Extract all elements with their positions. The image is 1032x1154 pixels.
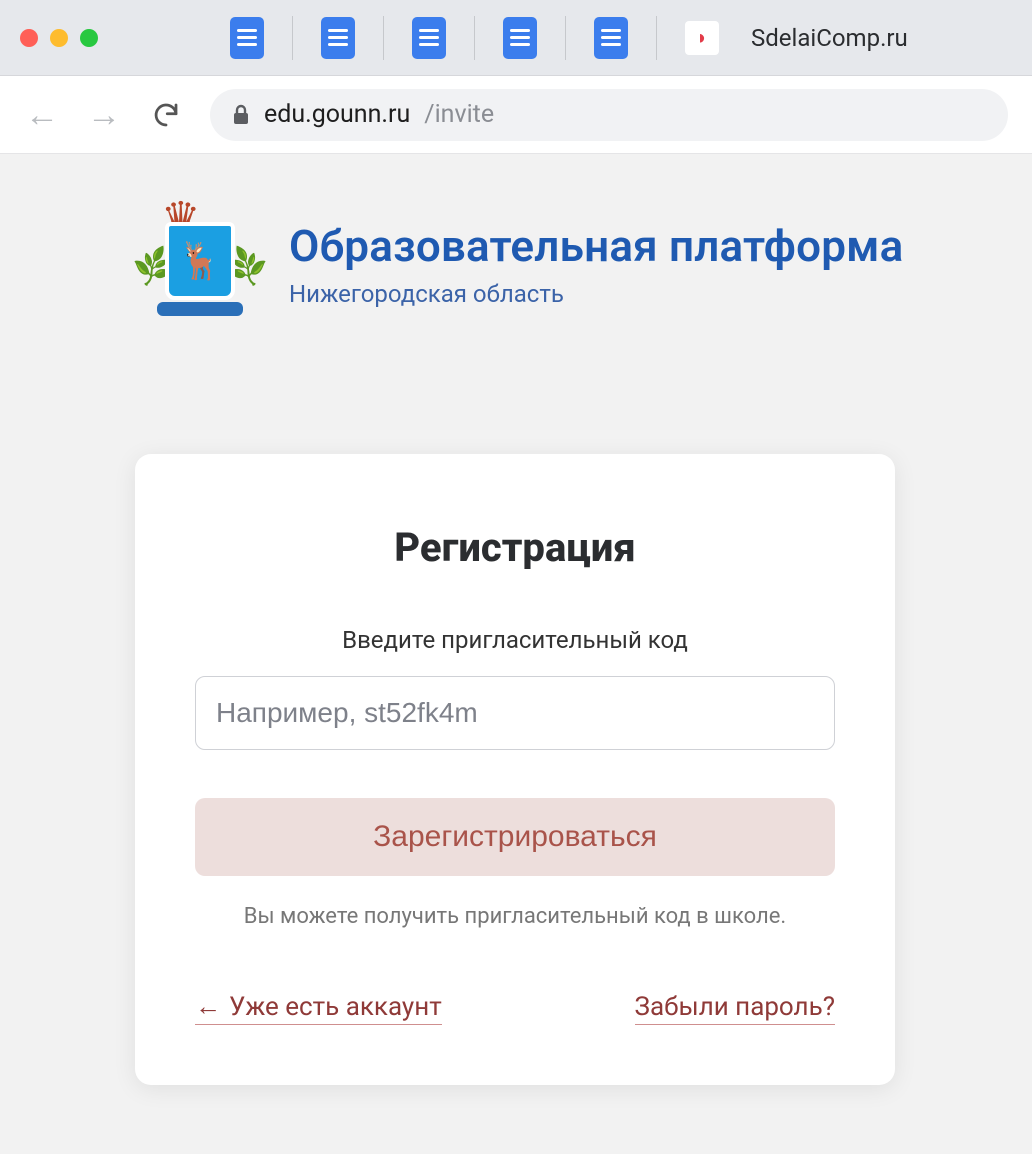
tab-separator [383, 16, 384, 60]
url-path: /invite [424, 100, 494, 129]
document-icon[interactable] [321, 17, 355, 59]
toolbar: ← → edu.gounn.ru/invite [0, 76, 1032, 154]
arrow-right-icon: → [87, 98, 121, 132]
registration-card: Регистрация Введите пригласительный код … [135, 454, 895, 1085]
tab-separator [292, 16, 293, 60]
arrow-left-icon: ← [195, 992, 221, 1022]
document-icon[interactable] [594, 17, 628, 59]
tab-separator [565, 16, 566, 60]
lock-icon [232, 104, 250, 126]
tab-separator [656, 16, 657, 60]
document-icon[interactable] [230, 17, 264, 59]
card-heading: Регистрация [195, 524, 835, 571]
window-minimize-button[interactable] [50, 29, 68, 47]
forward-button[interactable]: → [86, 97, 122, 133]
window-zoom-button[interactable] [80, 29, 98, 47]
reload-button[interactable] [148, 97, 184, 133]
coat-of-arms-logo: ♛ 🌿 🌿 🦌 [135, 194, 265, 324]
page-body: ♛ 🌿 🌿 🦌 Образовательная платформа Нижего… [0, 154, 1032, 1085]
back-button[interactable]: ← [24, 97, 60, 133]
window-chrome: ◗ SdelaiComp.ru × W [0, 0, 1032, 76]
traffic-lights [20, 29, 98, 47]
invite-code-input[interactable] [195, 676, 835, 750]
ribbon-icon [157, 302, 243, 316]
site-favicon: ◗ [685, 21, 719, 55]
register-button[interactable]: Зарегистрироваться [195, 798, 835, 876]
brand-text: Образовательная платформа Нижегородская … [289, 194, 903, 308]
url-host: edu.gounn.ru [264, 100, 410, 129]
tab-separator [474, 16, 475, 60]
card-hint: Вы можете получить пригласительный код в… [195, 904, 835, 929]
platform-title: Образовательная платформа [289, 220, 903, 272]
shield-icon: 🦌 [165, 222, 235, 300]
document-icon[interactable] [412, 17, 446, 59]
card-instruction: Введите пригласительный код [195, 626, 835, 654]
address-bar[interactable]: edu.gounn.ru/invite [210, 89, 1008, 141]
already-have-account-link[interactable]: ← Уже есть аккаунт [195, 991, 442, 1025]
forgot-password-link[interactable]: Забыли пароль? [635, 992, 835, 1025]
card-links: ← Уже есть аккаунт Забыли пароль? [195, 991, 835, 1025]
pinned-tabs: ◗ SdelaiComp.ru × W [230, 16, 1032, 60]
deer-icon: 🦌 [178, 240, 223, 282]
platform-subtitle: Нижегородская область [289, 280, 903, 308]
already-have-account-label: Уже есть аккаунт [229, 992, 442, 1022]
document-icon[interactable] [503, 17, 537, 59]
active-tab-title[interactable]: SdelaiComp.ru [751, 24, 908, 52]
arrow-left-icon: ← [25, 98, 59, 132]
window-close-button[interactable] [20, 29, 38, 47]
brand-header: ♛ 🌿 🌿 🦌 Образовательная платформа Нижего… [0, 194, 1032, 324]
reload-icon [151, 100, 181, 130]
